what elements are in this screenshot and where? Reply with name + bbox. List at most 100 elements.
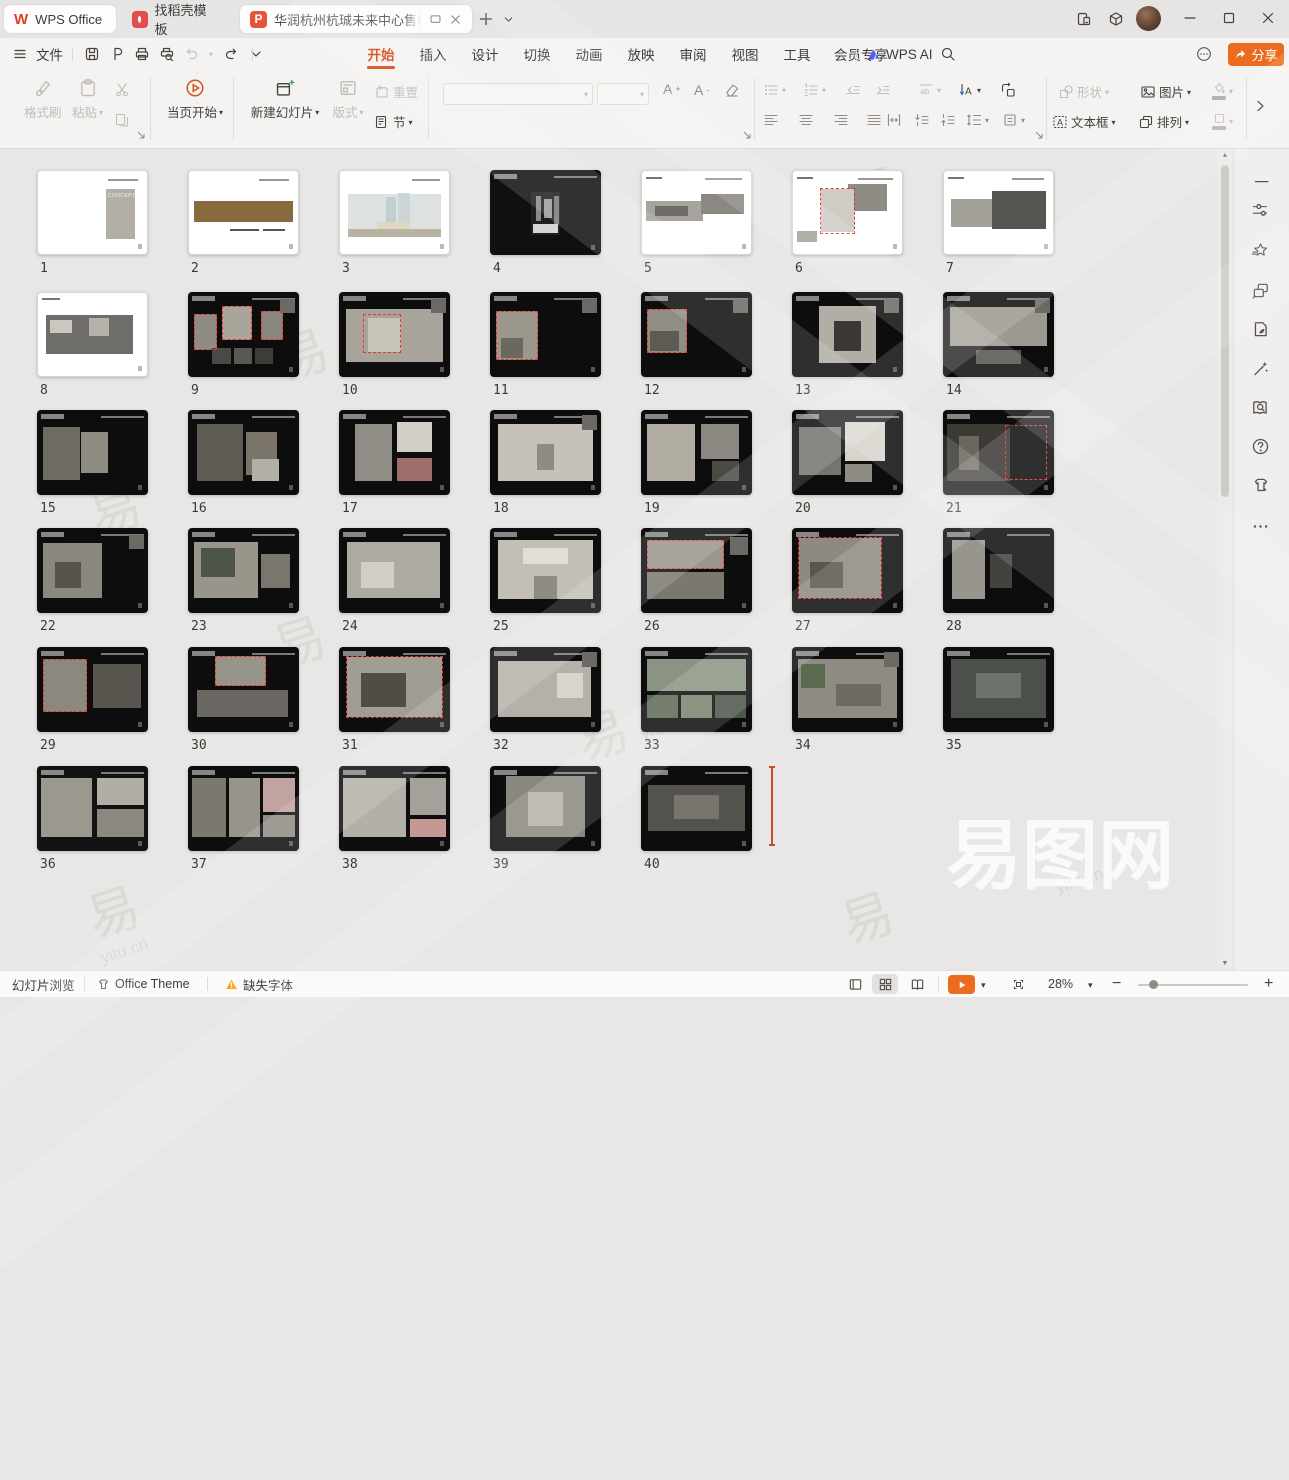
sidebar-collapse-icon[interactable]: [1251, 171, 1270, 190]
slide-thumbnail[interactable]: [37, 410, 148, 495]
slide-thumbnail[interactable]: [792, 170, 903, 255]
slide-thumbnail[interactable]: [792, 292, 903, 377]
outline-color-button[interactable]: ▾: [1212, 112, 1233, 130]
menu-tab-6[interactable]: 审阅: [667, 38, 719, 70]
3d-cube-icon[interactable]: [1108, 11, 1124, 27]
font-dialog-launcher-icon[interactable]: [742, 130, 752, 140]
missing-font-warning[interactable]: 缺失字体: [225, 971, 293, 997]
align-center-icon[interactable]: [798, 112, 814, 128]
menu-tab-8[interactable]: 工具: [771, 38, 823, 70]
sidebar-beautify-icon[interactable]: [1251, 359, 1270, 378]
new-tab-icon[interactable]: [478, 11, 494, 27]
slide-thumbnail[interactable]: [792, 528, 903, 613]
slide-thumbnail[interactable]: [37, 292, 148, 377]
tab-list-chevron-icon[interactable]: [502, 13, 515, 26]
sidebar-help-icon[interactable]: [1251, 437, 1270, 456]
sidebar-star-icon[interactable]: [1251, 241, 1270, 260]
slide-sorter-view-button[interactable]: [872, 974, 898, 994]
slide-thumbnail[interactable]: [792, 647, 903, 732]
increase-font-button[interactable]: A+: [663, 82, 681, 96]
slide-thumbnail[interactable]: CONCEPT: [37, 170, 148, 255]
zoom-in-button[interactable]: +: [1264, 971, 1273, 997]
slide-thumbnail[interactable]: [641, 528, 752, 613]
undo-icon[interactable]: [184, 38, 200, 70]
menu-tab-1[interactable]: 插入: [407, 38, 459, 70]
vertical-align-button[interactable]: ▾: [1002, 112, 1025, 128]
zoom-slider-knob[interactable]: [1149, 980, 1158, 989]
paragraph-spacing-decrease-icon[interactable]: [940, 112, 956, 128]
clipboard-dialog-launcher-icon[interactable]: [136, 130, 146, 140]
zoom-chevron-icon[interactable]: ▾: [1088, 972, 1093, 998]
slide-thumbnail[interactable]: [490, 647, 601, 732]
cloud-more-icon[interactable]: [1196, 38, 1212, 70]
slide-thumbnail[interactable]: [490, 766, 601, 851]
hamburger-menu-icon[interactable]: [12, 38, 28, 70]
slide-thumbnail[interactable]: [339, 766, 450, 851]
sidebar-shapes-convert-icon[interactable]: [1251, 281, 1270, 300]
arrange-button[interactable]: 排列▾: [1138, 112, 1189, 131]
paste-button[interactable]: 粘贴▾: [72, 78, 103, 121]
slide-thumbnail[interactable]: [339, 170, 450, 255]
window-minimize-button[interactable]: [1182, 10, 1198, 26]
decrease-font-button[interactable]: A-: [694, 82, 709, 98]
slide-thumbnail[interactable]: [37, 647, 148, 732]
slide-thumbnail[interactable]: [188, 170, 299, 255]
layout-button[interactable]: 版式▾: [326, 78, 370, 121]
slide-thumbnail[interactable]: [188, 647, 299, 732]
font-name-combo[interactable]: ▾: [443, 83, 593, 105]
line-spacing-button[interactable]: ▾: [966, 112, 989, 128]
toolbar-more-icon[interactable]: [248, 38, 264, 70]
menu-tab-0[interactable]: 开始: [355, 38, 407, 70]
sidebar-skin-icon[interactable]: [1251, 476, 1270, 495]
cut-button[interactable]: [114, 82, 130, 98]
ribbon-expand-chevron-icon[interactable]: [1252, 98, 1268, 114]
convert-to-diagram-icon[interactable]: [1000, 82, 1016, 98]
slide-thumbnail[interactable]: [37, 766, 148, 851]
distribute-text-icon[interactable]: [886, 112, 902, 128]
decrease-indent-icon[interactable]: [845, 82, 861, 98]
paragraph-dialog-launcher-icon[interactable]: [1034, 130, 1044, 140]
file-menu[interactable]: 文件: [36, 38, 63, 70]
slide-thumbnail[interactable]: [339, 528, 450, 613]
scrollbar-thumb[interactable]: [1221, 165, 1229, 497]
menu-tab-2[interactable]: 设计: [459, 38, 511, 70]
slide-thumbnail[interactable]: [943, 170, 1054, 255]
slide-thumbnail[interactable]: [641, 292, 752, 377]
slide-thumbnail[interactable]: [490, 292, 601, 377]
window-maximize-button[interactable]: [1221, 10, 1237, 26]
slide-thumbnail[interactable]: [490, 170, 601, 255]
slide-thumbnail[interactable]: [188, 292, 299, 377]
new-slide-button[interactable]: 新建幻灯片▾: [246, 78, 324, 121]
search-icon[interactable]: [940, 38, 956, 70]
slide-thumbnail[interactable]: [641, 766, 752, 851]
slide-thumbnail[interactable]: [641, 410, 752, 495]
slide-thumbnail[interactable]: [37, 528, 148, 613]
slide-thumbnail[interactable]: [641, 170, 752, 255]
mobile-device-icon[interactable]: [1076, 11, 1092, 27]
tab-wps-home[interactable]: W WPS Office: [4, 5, 116, 33]
sidebar-find-lookup-icon[interactable]: [1251, 398, 1270, 417]
slide-thumbnail[interactable]: [490, 528, 601, 613]
user-avatar[interactable]: [1136, 6, 1161, 31]
reset-button[interactable]: 重置: [374, 82, 418, 101]
slideshow-options-chevron-icon[interactable]: ▾: [981, 972, 986, 998]
slide-thumbnail[interactable]: [339, 292, 450, 377]
zoom-out-button[interactable]: −: [1112, 971, 1121, 997]
slide-thumbnail[interactable]: [943, 647, 1054, 732]
font-size-combo[interactable]: ▾: [597, 83, 649, 105]
paragraph-spacing-increase-icon[interactable]: [914, 112, 930, 128]
sidebar-docer-template-icon[interactable]: [1251, 320, 1270, 339]
print-preview-icon[interactable]: [159, 38, 175, 70]
text-direction-button[interactable]: A▾: [958, 82, 981, 98]
fit-to-window-icon[interactable]: [1012, 971, 1025, 997]
close-tab-icon[interactable]: [449, 13, 462, 26]
slide-thumbnail[interactable]: [188, 528, 299, 613]
scroll-down-arrow-icon[interactable]: ▼: [1217, 960, 1233, 967]
character-spacing-button[interactable]: ab▾: [918, 82, 941, 98]
align-right-icon[interactable]: [833, 112, 849, 128]
menu-tab-7[interactable]: 视图: [719, 38, 771, 70]
tab-document[interactable]: P 华润杭州杭珹未来中心售楼会所: [240, 5, 472, 33]
clear-format-eraser-icon[interactable]: [724, 82, 740, 98]
increase-indent-icon[interactable]: [875, 82, 891, 98]
section-button[interactable]: 节▾: [374, 112, 413, 131]
